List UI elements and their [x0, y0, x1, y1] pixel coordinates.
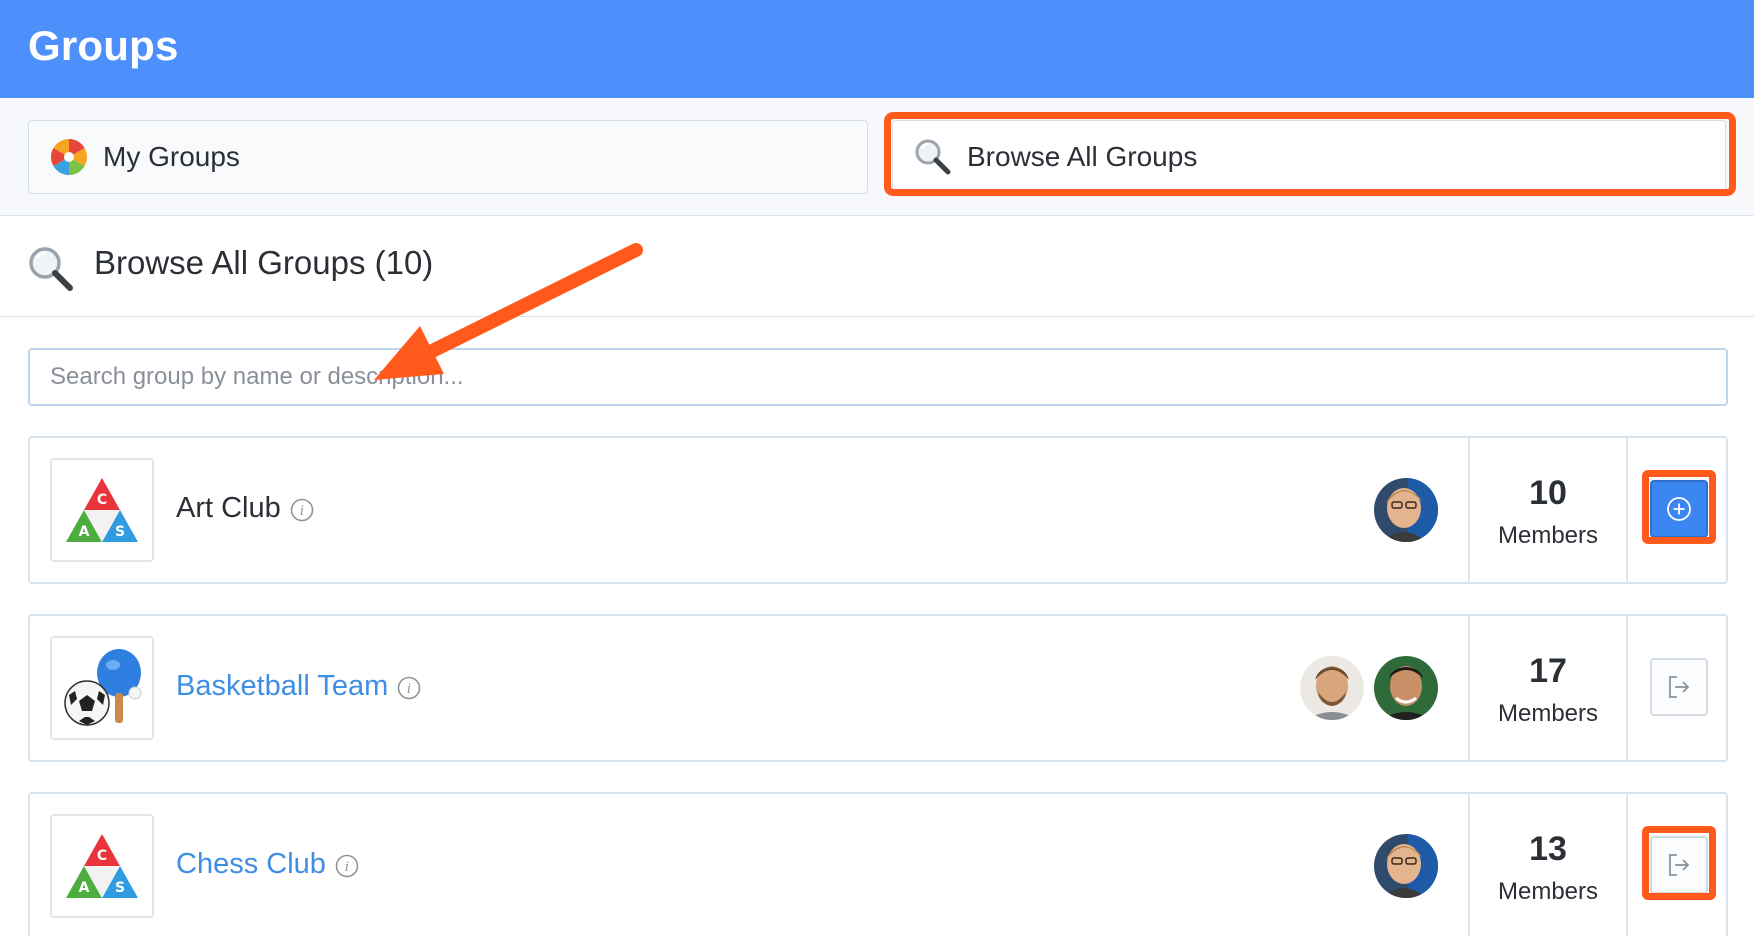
cas-triangle-logo: C A S [66, 478, 138, 542]
join-group-button[interactable] [1650, 480, 1708, 538]
members-count: 17 [1529, 652, 1567, 690]
group-card-chess-club: C A S Chess Club i 13 Members [28, 792, 1728, 936]
svg-text:C: C [97, 492, 107, 508]
group-name: Chess Club i [176, 846, 359, 882]
cas-triangle-logo: C A S [66, 834, 138, 898]
tab-browse-all-groups-label: Browse All Groups [967, 141, 1198, 172]
info-icon[interactable]: i [397, 676, 421, 700]
group-logo [50, 636, 154, 740]
page-title: Groups [28, 22, 179, 69]
members-count-cell: 17 Members [1468, 616, 1628, 760]
leave-group-button[interactable] [1650, 658, 1708, 716]
tab-my-groups-label: My Groups [103, 141, 240, 172]
members-label: Members [1497, 522, 1599, 549]
group-name: Basketball Team i [176, 668, 421, 704]
exit-icon [1669, 676, 1690, 698]
svg-text:i: i [407, 682, 411, 697]
svg-text:i: i [345, 860, 349, 875]
svg-text:C: C [97, 848, 107, 864]
group-logo: C A S [50, 814, 154, 918]
members-count: 13 [1529, 830, 1567, 868]
plus-circle-icon [1667, 497, 1691, 521]
svg-text:A: A [79, 880, 90, 896]
member-avatar[interactable] [1374, 478, 1438, 542]
info-icon[interactable]: i [335, 854, 359, 878]
sports-balls-logo [64, 649, 142, 726]
tab-browse-all-groups[interactable]: Browse All Groups [892, 120, 1726, 194]
tab-my-groups[interactable]: My Groups [28, 120, 868, 194]
leave-group-button[interactable] [1650, 836, 1708, 894]
svg-text:S: S [115, 524, 125, 540]
group-card-art-club: C A S Art Club i 10 Members [28, 436, 1728, 584]
members-label: Members [1497, 878, 1599, 905]
svg-text:S: S [115, 880, 125, 896]
groups-wheel-icon [50, 139, 88, 175]
members-label: Members [1497, 700, 1599, 727]
exit-icon [1669, 854, 1690, 876]
members-count-cell: 10 Members [1468, 438, 1628, 582]
member-avatar[interactable] [1300, 656, 1364, 720]
members-count: 10 [1529, 474, 1567, 512]
search-input[interactable] [28, 348, 1728, 406]
members-count-cell: 13 Members [1468, 794, 1628, 936]
member-avatar[interactable] [1374, 656, 1438, 720]
section-heading: Browse All Groups (10) [0, 216, 1754, 317]
svg-text:A: A [79, 524, 90, 540]
section-title: Browse All Groups (10) [94, 244, 434, 281]
magnifier-icon [29, 247, 73, 291]
group-name: Art Club i [176, 490, 314, 526]
magnifier-icon [915, 139, 951, 175]
app-header: Groups [0, 0, 1754, 98]
info-icon[interactable]: i [290, 498, 314, 522]
group-name-link[interactable]: Chess Club [176, 846, 326, 882]
group-card-basketball-team: Basketball Team i 17 Members [28, 614, 1728, 762]
tabs-bar: My Groups Browse All Groups [0, 98, 1754, 216]
svg-text:i: i [300, 504, 304, 519]
member-avatar[interactable] [1374, 834, 1438, 898]
group-name-text: Art Club [176, 492, 281, 524]
group-logo: C A S [50, 458, 154, 562]
group-name-link[interactable]: Basketball Team [176, 668, 388, 704]
